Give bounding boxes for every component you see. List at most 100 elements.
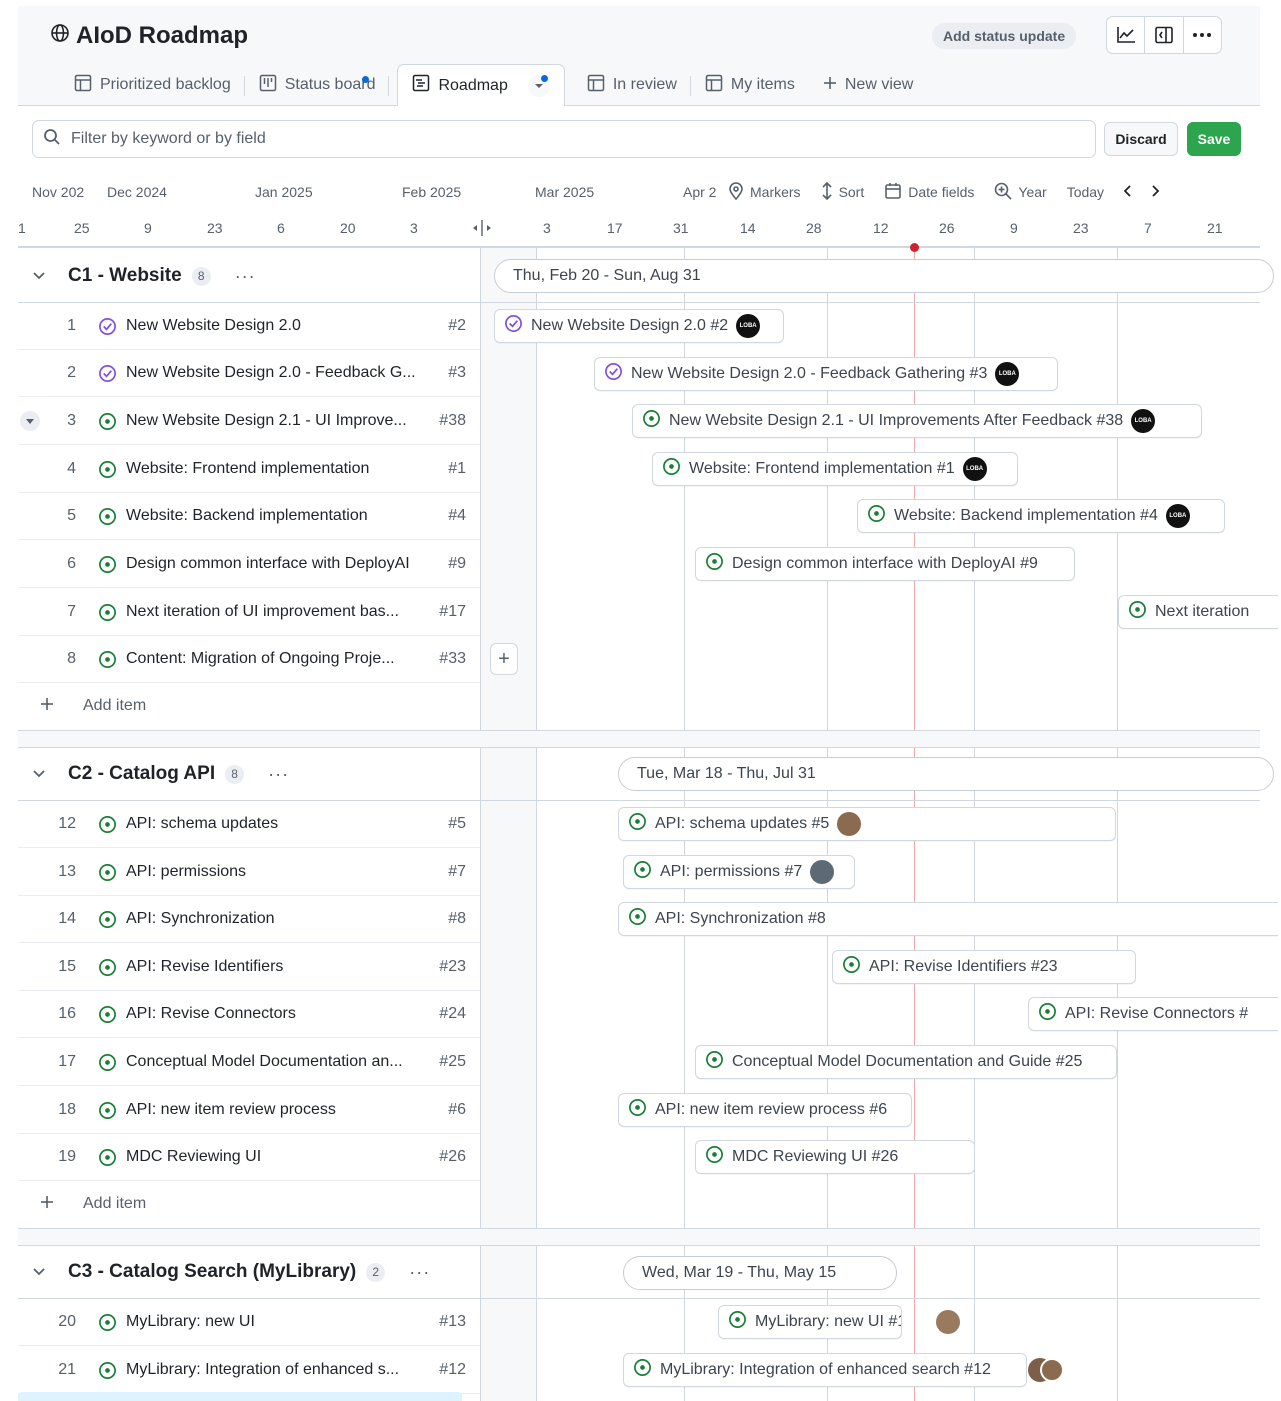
item-title[interactable]: API: Synchronization bbox=[126, 910, 448, 928]
roadmap-bar[interactable]: Conceptual Model Documentation and Guide… bbox=[695, 1045, 1117, 1079]
roadmap-bar[interactable]: API: Synchronization #8 bbox=[618, 902, 1278, 936]
group-options-icon[interactable]: ··· bbox=[235, 266, 256, 287]
tick-label: 26 bbox=[939, 220, 955, 236]
roadmap-bar[interactable]: New Website Design 2.0 #2 LOBA bbox=[494, 309, 784, 343]
roadmap-bar[interactable]: Next iteration bbox=[1118, 595, 1278, 629]
table-row[interactable]: 3 New Website Design 2.1 - UI Improve...… bbox=[18, 398, 480, 445]
issue-number: #2 bbox=[448, 317, 466, 334]
roadmap-bar[interactable]: Design common interface with DeployAI #9 bbox=[695, 547, 1075, 581]
table-row[interactable]: 21 MyLibrary: Integration of enhanced s.… bbox=[18, 1347, 480, 1394]
date-fields-button[interactable]: Date fields bbox=[884, 182, 974, 203]
table-row[interactable]: 4 Website: Frontend implementation #1 bbox=[18, 446, 480, 493]
add-item-button[interactable]: Add item bbox=[18, 1182, 480, 1226]
roadmap-bar[interactable]: MDC Reviewing UI #26 bbox=[695, 1140, 975, 1174]
roadmap-bar[interactable]: API: permissions #7 bbox=[623, 855, 855, 889]
item-title[interactable]: New Website Design 2.0 bbox=[126, 317, 448, 335]
item-title[interactable]: API: Revise Identifiers bbox=[126, 958, 439, 976]
item-title[interactable]: Content: Migration of Ongoing Proje... bbox=[126, 650, 439, 668]
tab-status-board[interactable]: Status board bbox=[245, 64, 390, 106]
table-row[interactable]: 13 API: permissions #7 bbox=[18, 849, 480, 896]
discard-button[interactable]: Discard bbox=[1104, 122, 1178, 156]
table-row[interactable]: 16 API: Revise Connectors #24 bbox=[18, 991, 480, 1038]
row-menu-chevron-icon[interactable] bbox=[20, 411, 40, 431]
add-status-update-button[interactable]: Add status update bbox=[932, 23, 1077, 49]
chevron-down-icon[interactable] bbox=[32, 1264, 46, 1281]
table-row[interactable]: 15 API: Revise Identifiers #23 bbox=[18, 944, 480, 991]
group-options-icon[interactable]: ··· bbox=[268, 764, 289, 785]
add-item-button[interactable]: Add item bbox=[18, 684, 480, 728]
tick-label: 31 bbox=[673, 220, 689, 236]
item-title[interactable]: Design common interface with DeployAI bbox=[126, 555, 448, 573]
roadmap-bar[interactable]: New Website Design 2.1 - UI Improvements… bbox=[632, 404, 1202, 438]
add-date-plus-icon[interactable]: + bbox=[490, 643, 518, 675]
issue-number: #7 bbox=[448, 863, 466, 880]
item-title[interactable]: API: new item review process bbox=[126, 1101, 448, 1119]
item-title[interactable]: API: Revise Connectors bbox=[126, 1005, 439, 1023]
avatar: LOBA bbox=[736, 314, 761, 338]
item-title[interactable]: MyLibrary: Integration of enhanced s... bbox=[126, 1361, 439, 1379]
tab-in-review[interactable]: In review bbox=[573, 64, 691, 106]
item-title[interactable]: API: permissions bbox=[126, 863, 448, 881]
chevron-down-icon[interactable] bbox=[32, 766, 46, 783]
avatar: LOBA bbox=[962, 457, 987, 481]
table-row[interactable]: 5 Website: Backend implementation #4 bbox=[18, 493, 480, 540]
table-row[interactable]: 14 API: Synchronization #8 bbox=[18, 896, 480, 943]
side-panel-icon[interactable] bbox=[1145, 17, 1184, 53]
save-button[interactable]: Save bbox=[1187, 122, 1241, 156]
insights-icon[interactable] bbox=[1107, 17, 1146, 53]
table-row[interactable]: 8 Content: Migration of Ongoing Proje...… bbox=[18, 636, 480, 683]
tab-roadmap[interactable]: Roadmap bbox=[397, 64, 565, 106]
table-row[interactable]: 18 API: new item review process #6 bbox=[18, 1087, 480, 1134]
table-row[interactable]: 6 Design common interface with DeployAI … bbox=[18, 541, 480, 588]
item-title[interactable]: MyLibrary: new UI bbox=[126, 1313, 439, 1331]
table-row[interactable]: 7 Next iteration of UI improvement bas..… bbox=[18, 589, 480, 636]
previous-button[interactable] bbox=[1123, 184, 1132, 200]
item-title[interactable]: Website: Backend implementation bbox=[126, 507, 448, 525]
column-resize-handle-icon[interactable] bbox=[472, 220, 492, 240]
table-row[interactable]: 1 New Website Design 2.0 #2 bbox=[18, 303, 480, 350]
item-title[interactable]: New Website Design 2.0 - Feedback G... bbox=[126, 364, 448, 382]
roadmap-bar[interactable]: Website: Backend implementation #4 LOBA bbox=[857, 499, 1225, 533]
group-options-icon[interactable]: ··· bbox=[409, 1262, 430, 1283]
group-header-c1[interactable]: C1 - Website 8 ··· bbox=[18, 250, 480, 302]
item-title[interactable]: New Website Design 2.1 - UI Improve... bbox=[126, 412, 439, 430]
issue-number: #4 bbox=[448, 507, 466, 524]
markers-button[interactable]: Markers bbox=[728, 181, 801, 203]
zoom-button[interactable]: Year bbox=[994, 182, 1047, 203]
tab-prioritized-backlog[interactable]: Prioritized backlog bbox=[60, 64, 245, 106]
item-title[interactable]: API: schema updates bbox=[126, 815, 448, 833]
month-label: Mar 2025 bbox=[535, 184, 595, 200]
roadmap-bar[interactable]: MyLibrary: new UI #13 bbox=[718, 1305, 902, 1339]
item-title[interactable]: Conceptual Model Documentation an... bbox=[126, 1053, 439, 1071]
table-row[interactable]: 17 Conceptual Model Documentation an... … bbox=[18, 1039, 480, 1086]
filter-input[interactable]: Filter by keyword or by field bbox=[32, 120, 1096, 158]
table-row[interactable]: 20 MyLibrary: new UI #13 bbox=[18, 1299, 480, 1346]
table-row[interactable]: 19 MDC Reviewing UI #26 bbox=[18, 1134, 480, 1181]
next-button[interactable] bbox=[1152, 184, 1160, 200]
roadmap-bar[interactable]: New Website Design 2.0 - Feedback Gather… bbox=[594, 357, 1058, 391]
roadmap-bar[interactable]: API: Revise Identifiers #23 bbox=[832, 950, 1136, 984]
tick-label: 12 bbox=[873, 220, 889, 236]
table-row[interactable]: 12 API: schema updates #5 bbox=[18, 801, 480, 848]
roadmap-bar[interactable]: MyLibrary: Integration of enhanced searc… bbox=[623, 1353, 1027, 1387]
group-header-c2[interactable]: C2 - Catalog API 8 ··· bbox=[18, 748, 480, 800]
roadmap-bar[interactable]: API: new item review process #6 bbox=[618, 1093, 912, 1127]
group-header-c3[interactable]: C3 - Catalog Search (MyLibrary) 2 ··· bbox=[18, 1246, 480, 1298]
item-title[interactable]: Website: Frontend implementation bbox=[126, 460, 448, 478]
chevron-down-icon[interactable] bbox=[32, 268, 46, 285]
item-title[interactable]: Next iteration of UI improvement bas... bbox=[126, 603, 439, 621]
globe-icon bbox=[50, 22, 70, 50]
table-row[interactable]: 2 New Website Design 2.0 - Feedback G...… bbox=[18, 350, 480, 397]
sort-button[interactable]: Sort bbox=[821, 181, 864, 203]
item-title[interactable]: MDC Reviewing UI bbox=[126, 1148, 439, 1166]
roadmap-bar[interactable]: Website: Frontend implementation #1 LOBA bbox=[652, 452, 1018, 486]
today-button[interactable]: Today bbox=[1067, 184, 1104, 200]
issue-open-icon bbox=[628, 907, 647, 931]
tab-my-items[interactable]: My items bbox=[691, 64, 809, 106]
sort-icon bbox=[821, 181, 833, 203]
more-options-icon[interactable] bbox=[1184, 17, 1221, 53]
tick-label: 23 bbox=[1073, 220, 1089, 236]
roadmap-bar[interactable]: API: Revise Connectors # bbox=[1028, 997, 1278, 1031]
roadmap-bar[interactable]: API: schema updates #5 bbox=[618, 807, 1116, 841]
new-view-button[interactable]: New view bbox=[809, 64, 927, 106]
